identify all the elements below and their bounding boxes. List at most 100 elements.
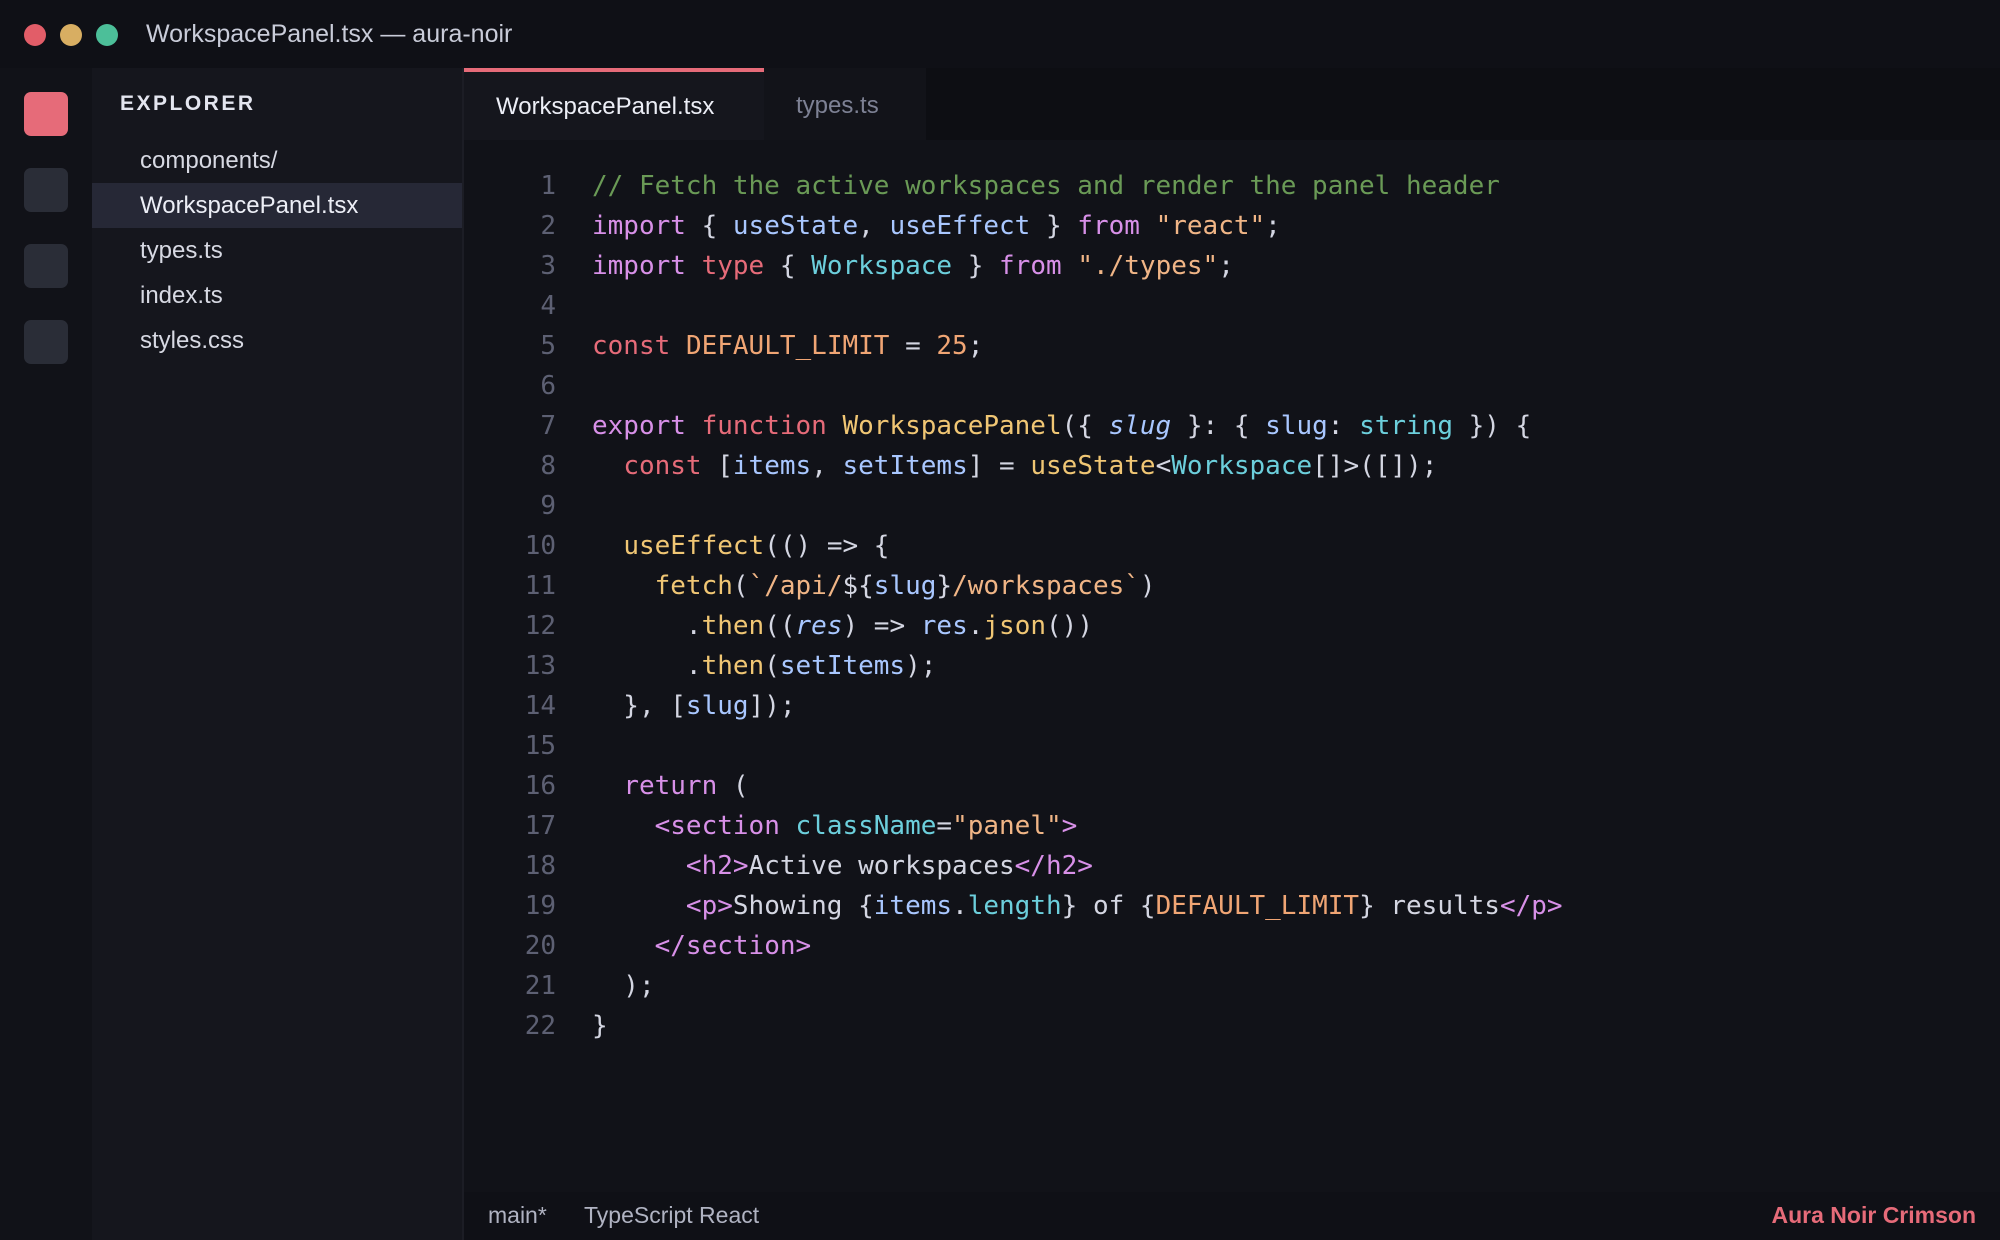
code-token: json — [983, 611, 1047, 641]
code-line[interactable]: 13 .then(setItems); — [464, 646, 2000, 686]
search-activity-icon[interactable] — [24, 168, 68, 212]
code-line[interactable]: 22} — [464, 1006, 2000, 1046]
code-token: ] = — [967, 451, 1031, 481]
explorer-activity-icon[interactable] — [24, 92, 68, 136]
code-line[interactable]: 4 — [464, 286, 2000, 326]
code-token: . — [967, 611, 984, 641]
code-token: `/api/ — [748, 571, 843, 601]
explorer-title: EXPLORER — [120, 92, 256, 115]
code-line[interactable]: 18 <h2>Active workspaces</h2> — [464, 846, 2000, 886]
code-token: ); — [905, 651, 937, 681]
activity-bar — [0, 68, 92, 1240]
code-token: ()) — [1046, 611, 1093, 641]
code-line[interactable]: 14 }, [slug]); — [464, 686, 2000, 726]
file-item-types[interactable]: types.ts — [92, 228, 462, 273]
code-text: ); — [592, 966, 655, 1006]
code-token: } — [952, 251, 1000, 281]
code-token: }, [ — [592, 691, 686, 721]
code-token: items — [732, 451, 812, 481]
window-title: WorkspacePanel.tsx — aura-noir — [146, 20, 513, 48]
code-line[interactable]: 12 .then((res) => res.json()) — [464, 606, 2000, 646]
code-area[interactable]: 1 // Fetch the active workspaces and rend… — [464, 166, 2000, 1046]
code-token: <p> — [685, 891, 733, 921]
code-line[interactable]: 16 return ( — [464, 766, 2000, 806]
code-token: , — [811, 451, 843, 481]
code-token: useEffect — [889, 211, 1031, 241]
code-line[interactable]: 7 export function WorkspacePanel({ slug }… — [464, 406, 2000, 446]
code-token: }) { — [1453, 411, 1532, 441]
code-text: }, [slug]); — [592, 686, 795, 726]
code-token: ({ — [1061, 411, 1109, 441]
code-text: <h2>Active workspaces</h2> — [592, 846, 1093, 886]
code-token: > — [1061, 811, 1078, 841]
code-line[interactable]: 8 const [items, setItems] = useState<Wor… — [464, 446, 2000, 486]
code-token: Active workspaces — [748, 851, 1015, 881]
code-text: export function WorkspacePanel({ slug }:… — [592, 406, 1531, 446]
code-line[interactable]: 11 fetch(`/api/${slug}/workspaces`) — [464, 566, 2000, 606]
code-token: setItems — [779, 651, 906, 681]
code-line[interactable]: 2 import { useState, useEffect } from "re… — [464, 206, 2000, 246]
code-line[interactable]: 20 </section> — [464, 926, 2000, 966]
code-token: ( — [717, 771, 749, 801]
line-number: 4 — [540, 291, 556, 321]
code-token: /workspaces` — [952, 571, 1140, 601]
code-text: .then(setItems); — [592, 646, 937, 686]
code-line[interactable]: 9 — [464, 486, 2000, 526]
maximize-window-button[interactable] — [96, 24, 118, 46]
close-window-button[interactable] — [24, 24, 46, 46]
file-item-workspacepanel[interactable]: WorkspacePanel.tsx — [92, 183, 462, 228]
file-item-styles[interactable]: styles.css — [92, 318, 462, 363]
code-line[interactable]: 6 — [464, 366, 2000, 406]
code-token: , — [858, 211, 890, 241]
tab-workspacepanel[interactable]: WorkspacePanel.tsx — [464, 68, 764, 140]
code-text: import type { Workspace } from "./types"… — [592, 246, 1234, 286]
code-token: } results — [1359, 891, 1500, 921]
code-line[interactable]: 19 <p>Showing {items.length} of {DEFAULT… — [464, 886, 2000, 926]
file-list: components/ WorkspacePanel.tsx types.ts … — [92, 138, 462, 363]
code-token: []>([]); — [1312, 451, 1438, 481]
tab-types[interactable]: types.ts — [764, 68, 926, 140]
code-token: return — [623, 771, 718, 801]
code-token: { — [764, 251, 812, 281]
line-number: 16 — [524, 771, 556, 801]
minimize-window-button[interactable] — [60, 24, 82, 46]
code-token: from — [999, 251, 1062, 281]
code-text: const [items, setItems] = useState<Works… — [592, 446, 1437, 486]
line-number: 6 — [540, 371, 556, 401]
code-token: res — [920, 611, 968, 641]
status-language[interactable]: TypeScript React — [584, 1202, 759, 1229]
extensions-activity-icon[interactable] — [24, 320, 68, 364]
file-item-index[interactable]: index.ts — [92, 273, 462, 318]
code-token: ); — [592, 971, 655, 1001]
status-branch[interactable]: main* — [488, 1202, 547, 1229]
code-text: <p>Showing {items.length} of {DEFAULT_LI… — [592, 886, 1563, 926]
code-token: } — [1030, 211, 1078, 241]
code-token: ) — [1139, 571, 1156, 601]
code-token: then — [701, 651, 765, 681]
code-line[interactable]: 1 // Fetch the active workspaces and rend… — [464, 166, 2000, 206]
code-line[interactable]: 17 <section className="panel"> — [464, 806, 2000, 846]
code-line[interactable]: 10 useEffect(() => { — [464, 526, 2000, 566]
line-number: 15 — [524, 731, 556, 761]
code-line[interactable]: 15 — [464, 726, 2000, 766]
code-line[interactable]: 5 const DEFAULT_LIMIT = 25; — [464, 326, 2000, 366]
status-theme[interactable]: Aura Noir Crimson — [1772, 1202, 1976, 1229]
file-item-components[interactable]: components/ — [92, 138, 462, 183]
line-number: 14 — [524, 691, 556, 721]
code-line[interactable]: 21 ); — [464, 966, 2000, 1006]
code-token: WorkspacePanel — [842, 411, 1062, 441]
code-token: </p> — [1499, 891, 1563, 921]
source-control-activity-icon[interactable] — [24, 244, 68, 288]
code-token: import — [592, 251, 686, 281]
code-line[interactable]: 3 import type { Workspace } from "./types… — [464, 246, 2000, 286]
code-token: ( — [764, 651, 780, 681]
